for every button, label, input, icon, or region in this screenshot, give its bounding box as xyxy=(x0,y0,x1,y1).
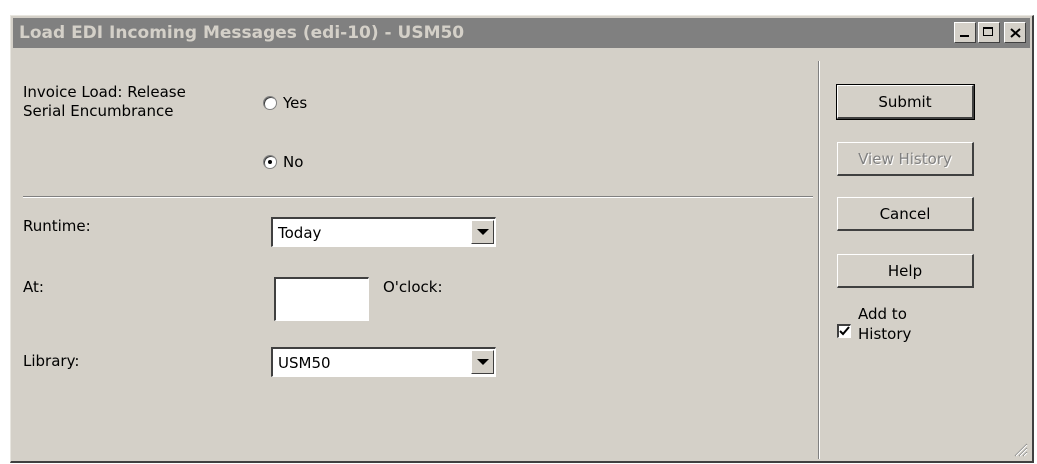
add-to-history-checkbox[interactable] xyxy=(837,324,851,338)
checkmark-icon xyxy=(839,326,850,336)
vertical-divider xyxy=(818,61,820,459)
window-title: Load EDI Incoming Messages (edi-10) - US… xyxy=(19,23,465,43)
radio-yes-circle[interactable] xyxy=(263,96,277,110)
close-icon[interactable] xyxy=(1004,22,1026,43)
cancel-button[interactable]: Cancel xyxy=(837,197,974,231)
library-select-value: USM50 xyxy=(278,354,331,372)
radio-yes-label: Yes xyxy=(283,94,308,112)
add-to-history-line1: Add to xyxy=(858,305,907,323)
horizontal-divider xyxy=(23,196,813,198)
at-label: At: xyxy=(23,278,44,296)
add-to-history-label: Add to History xyxy=(858,304,911,344)
radio-yes[interactable]: Yes xyxy=(263,94,307,112)
chevron-down-icon[interactable] xyxy=(471,220,494,244)
radio-no-label: No xyxy=(283,153,304,171)
window-controls xyxy=(954,22,1026,43)
minimize-icon[interactable] xyxy=(954,22,976,43)
invoice-load-label: Invoice Load: Release Serial Encumbrance xyxy=(23,83,186,121)
maximize-icon[interactable] xyxy=(978,22,1000,43)
submit-button[interactable]: Submit xyxy=(836,84,975,120)
runtime-select-value: Today xyxy=(278,224,322,242)
chevron-down-icon[interactable] xyxy=(471,350,494,374)
help-button[interactable]: Help xyxy=(837,254,974,288)
title-bar[interactable]: Load EDI Incoming Messages (edi-10) - US… xyxy=(13,18,1030,48)
oclock-label: O'clock: xyxy=(383,278,443,296)
add-to-history-line2: History xyxy=(858,325,912,343)
runtime-label: Runtime: xyxy=(23,217,91,235)
library-select[interactable]: USM50 xyxy=(271,347,496,377)
dialog-window: Load EDI Incoming Messages (edi-10) - US… xyxy=(10,15,1034,463)
at-time-input[interactable] xyxy=(274,277,369,321)
runtime-select[interactable]: Today xyxy=(271,217,496,247)
radio-no-circle[interactable] xyxy=(263,155,277,169)
library-label: Library: xyxy=(23,352,80,370)
resize-grip-icon[interactable] xyxy=(1014,443,1028,457)
invoice-label-line2: Serial Encumbrance xyxy=(23,102,174,120)
radio-no[interactable]: No xyxy=(263,153,303,171)
view-history-button[interactable]: View History xyxy=(837,142,974,176)
invoice-label-line1: Invoice Load: Release xyxy=(23,83,186,101)
